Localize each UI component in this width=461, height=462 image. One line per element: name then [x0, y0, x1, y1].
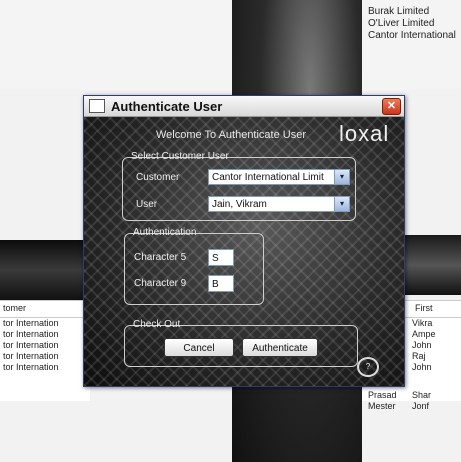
group-label-check-out: Check Out — [133, 319, 181, 330]
character-9-input[interactable]: B — [208, 275, 234, 292]
character-5-label: Character 5 — [134, 252, 187, 263]
dialog-body: Welcome To Authenticate User loxal Selec… — [84, 117, 404, 386]
background-dark-band-left — [0, 240, 90, 300]
background-customer-table: tomer tor Internation tor Internation to… — [0, 300, 90, 401]
dialog-title: Authenticate User — [111, 98, 223, 114]
cell-first: Raj — [412, 351, 426, 361]
chevron-down-icon[interactable]: ▾ — [334, 170, 349, 184]
table-row[interactable]: tor Internation — [0, 329, 90, 340]
cancel-button[interactable]: Cancel — [164, 338, 234, 357]
list-item[interactable]: Burak Limited — [368, 6, 456, 18]
table-row[interactable]: tor Internation — [0, 340, 90, 351]
user-select[interactable]: Jain, Vikram ▾ — [208, 196, 350, 212]
cell-first: John — [412, 340, 432, 350]
list-item[interactable]: Jonf — [412, 401, 431, 412]
list-item[interactable]: Prasad — [368, 390, 397, 401]
dialog-titlebar[interactable]: Authenticate User ✕ — [84, 96, 404, 117]
authenticate-user-dialog: Authenticate User ✕ Welcome To Authentic… — [83, 95, 405, 387]
cell-first: John — [412, 362, 432, 372]
background-bottom-firsts: Shar Jonf — [412, 390, 431, 412]
list-item[interactable]: O'Liver Limited — [368, 18, 456, 30]
list-item[interactable]: Cantor International — [368, 30, 456, 42]
background-bottom-names: Prasad Mester — [368, 390, 397, 412]
user-label: User — [136, 199, 158, 210]
table-row[interactable]: tor Internation — [0, 318, 90, 329]
help-icon[interactable]: ? — [357, 357, 379, 377]
group-label-authentication: Authentication — [133, 227, 197, 238]
table-row[interactable]: tor Internation — [0, 362, 90, 373]
character-5-input[interactable]: S — [208, 249, 234, 266]
group-label-select-customer: Select Customer User — [131, 151, 229, 162]
cell-first: Ampe — [412, 329, 436, 339]
table-row[interactable]: tor Internation — [0, 351, 90, 362]
window-icon — [89, 99, 105, 113]
check-out-group: Check Out — [124, 319, 358, 367]
customer-select[interactable]: Cantor International Limit ▾ — [208, 169, 350, 185]
customer-list-background: Burak Limited O'Liver Limited Cantor Int… — [368, 6, 456, 42]
welcome-text: Welcome To Authenticate User — [156, 129, 307, 141]
authenticate-button[interactable]: Authenticate — [242, 338, 318, 357]
column-header-customer[interactable]: tomer — [0, 301, 90, 318]
close-button[interactable]: ✕ — [382, 97, 401, 115]
customer-label: Customer — [136, 172, 180, 183]
column-header-first[interactable]: First — [415, 303, 433, 315]
chevron-down-icon[interactable]: ▾ — [334, 197, 349, 211]
character-9-label: Character 9 — [134, 278, 187, 289]
brand-logo: loxal — [339, 121, 390, 146]
cell-first: Vikra — [412, 318, 433, 328]
user-select-value: Jain, Vikram — [212, 199, 267, 210]
authentication-group: Authentication — [124, 227, 264, 305]
list-item[interactable]: Shar — [412, 390, 431, 401]
customer-select-value: Cantor International Limit — [212, 172, 324, 183]
list-item[interactable]: Mester — [368, 401, 397, 412]
